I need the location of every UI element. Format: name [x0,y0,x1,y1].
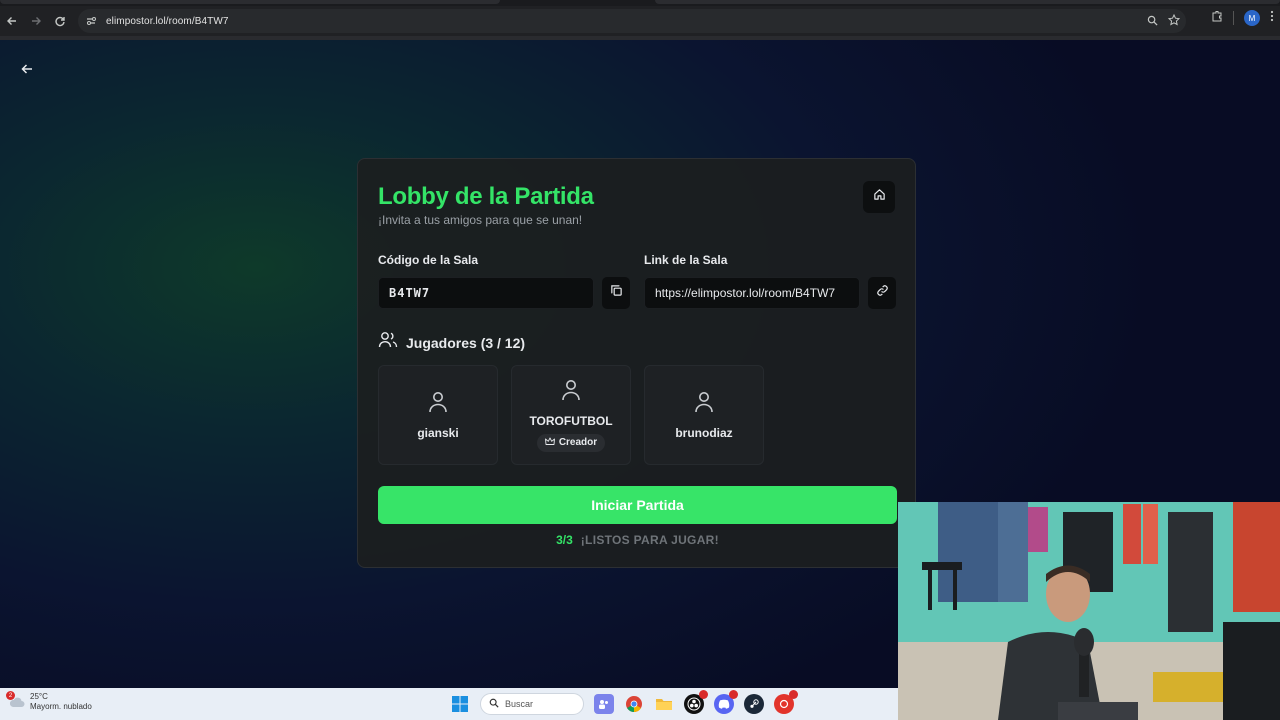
address-bar[interactable]: elimpostor.lol/room/B4TW7 [78,9,1186,33]
copy-link-button[interactable] [868,277,896,309]
steam-icon[interactable] [744,694,764,714]
search-icon [489,698,499,710]
cloud-icon: 2 [6,691,26,711]
weather-description: Mayorm. nublado [30,702,92,711]
creator-badge: Creador [536,433,606,452]
toolbar-divider [1233,11,1234,25]
teams-icon[interactable] [594,694,614,714]
search-placeholder: Buscar [505,699,534,709]
forward-nav-icon[interactable] [24,9,48,33]
back-nav-icon[interactable] [0,9,24,33]
weather-text: 25°C Mayorm. nublado [30,692,92,712]
player-card: gianski [378,365,498,465]
extensions-icon[interactable] [1211,9,1223,27]
ready-status: 3/3 ¡LISTOS PARA JUGAR! [358,533,917,547]
room-code-field[interactable]: B4TW7 [378,277,594,309]
user-icon [694,391,714,418]
player-name: TOROFUTBOL [529,413,613,428]
player-card: TOROFUTBOL Creador [511,365,631,465]
profile-avatar[interactable]: M [1244,10,1260,26]
menu-kebab-icon[interactable] [1270,9,1274,27]
copy-icon [610,284,623,302]
ready-count: 3/3 [556,533,573,547]
copy-code-button[interactable] [602,277,630,309]
weather-widget[interactable]: 2 25°C Mayorm. nublado [6,691,92,712]
file-explorer-icon[interactable] [654,694,674,714]
webcam-overlay [898,502,1280,720]
player-name: gianski [417,425,459,440]
obs-icon[interactable] [684,690,708,714]
user-icon [561,379,581,406]
temperature: 25°C [30,692,48,701]
players-header: Jugadores (3 / 12) [378,331,525,354]
site-settings-icon[interactable] [84,14,98,28]
browser-chrome: elimpostor.lol/room/B4TW7 M [0,0,1280,40]
browser-toolbar: elimpostor.lol/room/B4TW7 M [0,6,1280,36]
discord-icon[interactable] [714,690,738,714]
browser-tab[interactable] [0,0,500,4]
windows-start-icon[interactable] [450,694,470,714]
browser-tab[interactable] [655,0,1280,4]
taskbar-search[interactable]: Buscar [480,693,584,715]
taskbar-apps: Buscar [450,690,798,715]
page-subtitle: ¡Invita a tus amigos para que se unan! [378,213,583,227]
chrome-icon[interactable] [624,694,644,714]
game-launcher-icon[interactable] [774,690,798,714]
notification-dot [729,690,738,699]
creator-badge-label: Creador [558,437,598,448]
lobby-card: Lobby de la Partida ¡Invita a tus amigos… [357,158,916,568]
reload-icon[interactable] [48,9,72,33]
room-link-label: Link de la Sala [644,253,728,267]
bookmark-star-icon[interactable] [1167,13,1181,31]
webcam-feed-image [898,502,1280,720]
zoom-icon[interactable] [1147,13,1158,31]
url-text: elimpostor.lol/room/B4TW7 [106,15,229,27]
player-card: brunodiaz [644,365,764,465]
notification-dot [789,690,798,699]
crown-icon [544,437,555,449]
room-link-field[interactable]: https://elimpostor.lol/room/B4TW7 [644,277,860,309]
players-count-title: Jugadores (3 / 12) [406,334,526,351]
users-icon [378,331,398,354]
home-button[interactable] [863,181,895,213]
notification-dot [699,690,708,699]
ready-message: ¡LISTOS PARA JUGAR! [580,533,719,547]
back-arrow-icon[interactable] [16,58,38,80]
start-game-button[interactable]: Iniciar Partida [378,486,897,524]
player-name: brunodiaz [675,425,733,440]
link-icon [876,284,889,302]
room-code-label: Código de la Sala [378,253,479,267]
weather-badge: 2 [6,691,15,700]
home-icon [873,188,886,206]
page-title: Lobby de la Partida [378,183,594,210]
user-icon [428,391,448,418]
